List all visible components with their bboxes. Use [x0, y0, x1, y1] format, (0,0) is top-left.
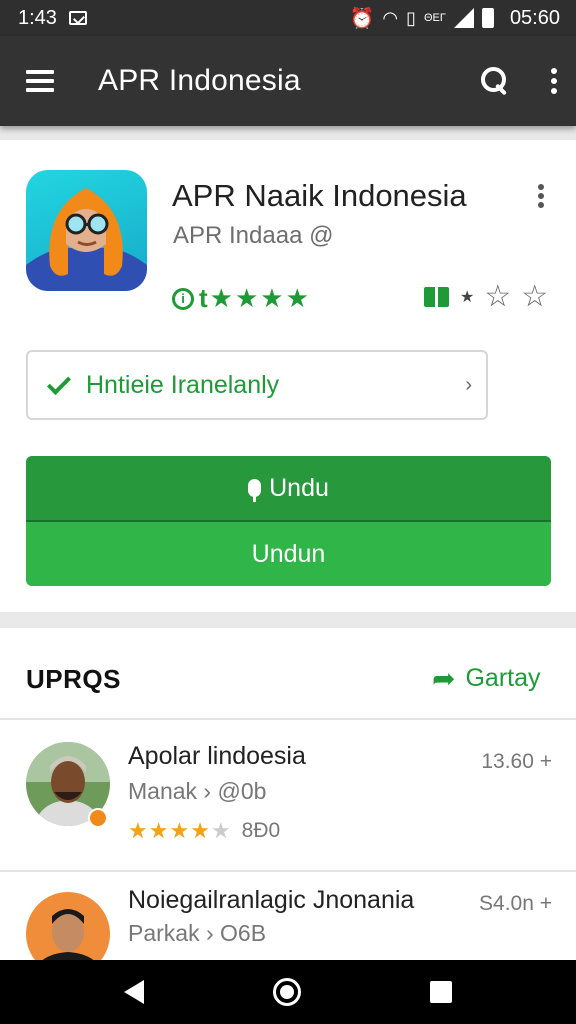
search-icon[interactable] — [480, 66, 510, 96]
star-icon: ★ — [148, 818, 169, 843]
review-item[interactable]: Noiegailranlagic Jnonania Parkak › O6B S… — [0, 872, 576, 960]
review-subtitle: Parkak › O6B — [128, 920, 267, 946]
mail-icon — [68, 11, 87, 25]
status-time: 1:43 — [18, 6, 57, 29]
review-count: 8Đ0 — [241, 819, 281, 842]
app-name: APR Naaik Indonesia — [172, 178, 467, 213]
reviews-card: UPRQS ➦ Gartay Apolar lindoesia Manak › … — [0, 628, 576, 960]
install-status-text: Hntieie Iranelanly — [86, 370, 280, 399]
app-detail-card: APR Naaik Indonesia APR Indaaa @ i t ★ ★… — [0, 140, 576, 612]
download-icon — [248, 479, 262, 502]
star-icon: ★ — [190, 818, 210, 843]
app-overflow-menu-icon[interactable] — [537, 184, 545, 208]
download-button-label: Undu — [269, 473, 329, 502]
star-empty-icon: ★ — [210, 818, 231, 843]
rate-app-row: ★ ☆ ☆ — [424, 282, 548, 312]
share-arrow-icon: ➦ — [432, 662, 456, 694]
review-meta: 13.60 + — [481, 750, 552, 773]
overflow-menu-icon[interactable] — [550, 68, 558, 94]
app-bar: APR Indonesia — [0, 36, 576, 126]
app-icon[interactable] — [26, 170, 147, 291]
page-title: APR Indonesia — [98, 64, 301, 97]
star-icon: ★ — [234, 283, 259, 313]
status-clock: 05:60 — [509, 6, 560, 29]
star-icon: ★ — [209, 283, 233, 313]
download-secondary-button[interactable]: Undun — [26, 522, 551, 586]
verified-badge-icon — [88, 808, 108, 828]
alarm-icon: ⏰ — [349, 7, 375, 30]
reviews-title: UPRQS — [26, 664, 121, 694]
check-icon — [46, 370, 72, 396]
outline-star-icon[interactable]: ☆ — [521, 282, 548, 312]
book-icon — [424, 285, 450, 309]
signal-icon — [453, 8, 474, 28]
share-button[interactable]: ➦ Gartay — [432, 664, 541, 693]
info-circle-icon: i — [172, 287, 194, 310]
hamburger-menu-icon[interactable] — [26, 70, 54, 92]
share-label: Gartay — [465, 664, 541, 692]
review-author: Apolar lindoesia — [128, 742, 306, 770]
avatar — [26, 892, 110, 960]
small-star-icon: ★ — [460, 289, 475, 306]
recents-icon[interactable] — [429, 981, 452, 1003]
battery-icon — [481, 8, 494, 28]
status-bar: 1:43 ⏰ ◠ ▯ ΘΕΓ 05:60 — [0, 0, 576, 36]
network-label: ΘΕΓ — [423, 12, 446, 24]
back-icon[interactable] — [124, 980, 145, 1004]
review-rating: ★ ★ ★ ★ ★ 8Đ0 — [128, 818, 280, 844]
wifi-icon: ◠ — [382, 7, 399, 28]
review-subtitle: Manak › @0b — [128, 778, 267, 804]
outline-star-icon[interactable]: ☆ — [484, 282, 511, 312]
star-icon: ★ — [128, 818, 148, 843]
install-status-box[interactable]: Hntieie Iranelanly › — [26, 350, 488, 420]
chevron-right-icon: › — [465, 373, 472, 396]
review-author: Noiegailranlagic Jnonania — [128, 886, 415, 914]
star-icon: ★ — [260, 283, 284, 313]
rating-prefix: t — [199, 283, 208, 313]
review-item[interactable]: Apolar lindoesia Manak › @0b 13.60 + ★ ★… — [0, 720, 576, 870]
star-icon: ★ — [285, 283, 309, 313]
vibrate-icon: ▯ — [406, 7, 416, 28]
system-nav-bar — [0, 960, 576, 1024]
download-button[interactable]: Undu — [26, 456, 551, 520]
app-developer[interactable]: APR Indaaa @ — [173, 222, 333, 250]
review-meta: S4.0n + — [479, 892, 552, 915]
download-secondary-label: Undun — [251, 539, 326, 568]
home-icon[interactable] — [272, 978, 301, 1006]
app-rating: i t ★ ★ ★ ★ — [172, 283, 309, 314]
star-icon: ★ — [169, 818, 190, 843]
